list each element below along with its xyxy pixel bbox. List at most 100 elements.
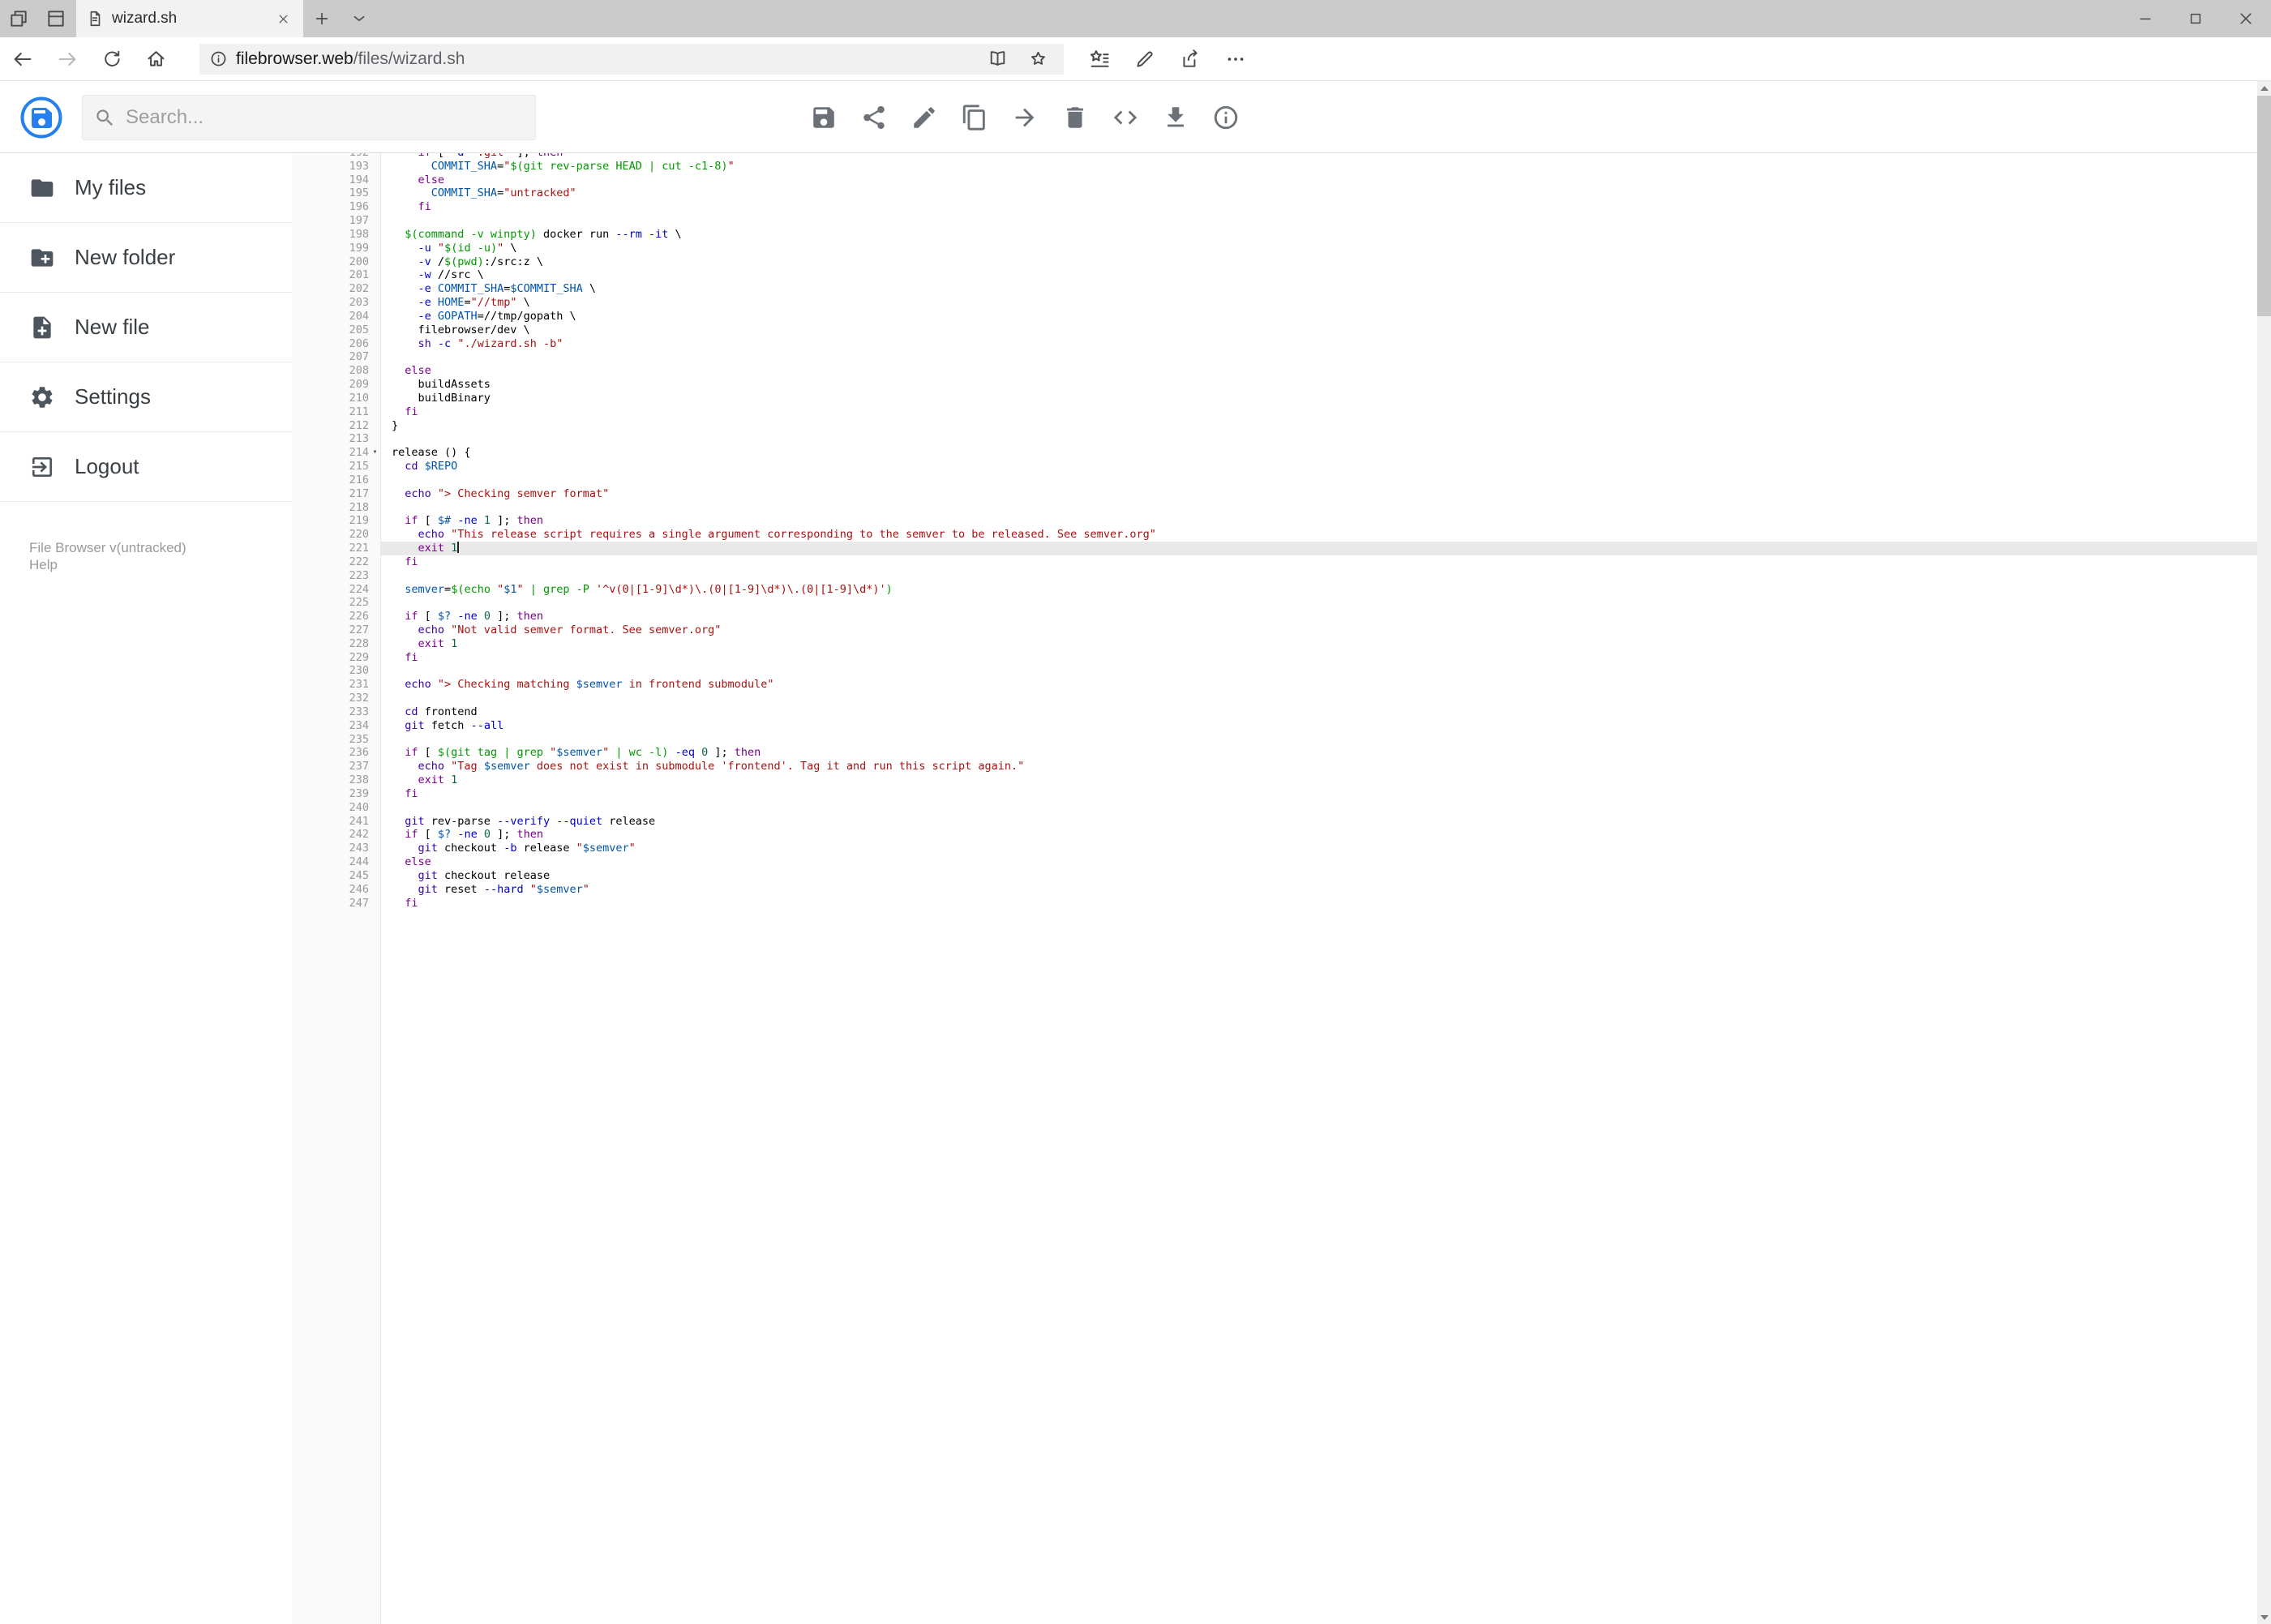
- copy-button[interactable]: [960, 104, 989, 133]
- close-window-button[interactable]: [2221, 0, 2271, 37]
- line-number[interactable]: 199: [292, 242, 369, 255]
- line-number[interactable]: 236: [292, 746, 369, 760]
- help-link[interactable]: Help: [29, 556, 292, 573]
- set-tabs-aside-button[interactable]: [0, 0, 37, 37]
- line-number[interactable]: 234: [292, 719, 369, 733]
- line-number[interactable]: 209: [292, 378, 369, 392]
- code-line-215[interactable]: 215 cd $REPO: [292, 460, 2257, 473]
- raw-code-button[interactable]: [1111, 104, 1140, 133]
- reading-view-button[interactable]: [981, 44, 1013, 75]
- web-note-button[interactable]: [1122, 37, 1168, 81]
- code-line-247[interactable]: 247 fi: [292, 897, 2257, 911]
- line-number[interactable]: 215: [292, 460, 369, 473]
- code-line-211[interactable]: 211 fi: [292, 405, 2257, 419]
- search-input[interactable]: [126, 106, 524, 129]
- line-number[interactable]: 243: [292, 842, 369, 855]
- code-line-213[interactable]: 213: [292, 432, 2257, 446]
- browser-tab-wizard-sh[interactable]: wizard.sh: [76, 0, 303, 37]
- code-line-240[interactable]: 240: [292, 801, 2257, 815]
- line-number[interactable]: 207: [292, 350, 369, 364]
- code-line-235[interactable]: 235: [292, 733, 2257, 747]
- code-line-236[interactable]: 236 if [ $(git tag | grep "$semver" | wc…: [292, 746, 2257, 760]
- scrollbar-thumb[interactable]: [2257, 96, 2271, 316]
- line-number[interactable]: 242: [292, 828, 369, 842]
- line-number[interactable]: 212: [292, 419, 369, 433]
- line-number[interactable]: 202: [292, 282, 369, 296]
- code-line-197[interactable]: 197: [292, 214, 2257, 228]
- page-scrollbar[interactable]: [2257, 81, 2271, 1624]
- download-button[interactable]: [1161, 104, 1190, 133]
- hub-favorites-button[interactable]: [1077, 37, 1122, 81]
- code-line-232[interactable]: 232: [292, 692, 2257, 705]
- line-number[interactable]: 201: [292, 268, 369, 282]
- line-number[interactable]: 220: [292, 528, 369, 542]
- line-number[interactable]: 195: [292, 186, 369, 200]
- code-line-230[interactable]: 230: [292, 664, 2257, 678]
- line-number[interactable]: 247: [292, 897, 369, 911]
- code-line-238[interactable]: 238 exit 1: [292, 773, 2257, 787]
- sidebar-item-my-files[interactable]: My files: [0, 153, 292, 223]
- line-number[interactable]: 211: [292, 405, 369, 419]
- delete-button[interactable]: [1061, 104, 1090, 133]
- code-line-244[interactable]: 244 else: [292, 855, 2257, 869]
- code-line-206[interactable]: 206 sh -c "./wizard.sh -b": [292, 337, 2257, 351]
- line-number[interactable]: 241: [292, 815, 369, 829]
- line-number[interactable]: 193: [292, 160, 369, 174]
- line-number[interactable]: 218: [292, 501, 369, 515]
- url-text[interactable]: filebrowser.web/files/wizard.sh: [236, 49, 973, 69]
- code-line-205[interactable]: 205 filebrowser/dev \: [292, 324, 2257, 337]
- line-number[interactable]: 208: [292, 364, 369, 378]
- line-number[interactable]: 229: [292, 651, 369, 665]
- line-number[interactable]: 223: [292, 569, 369, 583]
- line-number[interactable]: 232: [292, 692, 369, 705]
- line-number[interactable]: 233: [292, 705, 369, 719]
- line-number[interactable]: 203: [292, 296, 369, 310]
- search-bar[interactable]: [82, 95, 536, 140]
- code-line-241[interactable]: 241 git rev-parse --verify --quiet relea…: [292, 815, 2257, 829]
- line-number[interactable]: 198: [292, 228, 369, 242]
- line-number[interactable]: 206: [292, 337, 369, 351]
- line-number[interactable]: 192: [292, 153, 369, 160]
- back-button[interactable]: [0, 37, 45, 81]
- line-number[interactable]: 216: [292, 473, 369, 487]
- code-line-203[interactable]: 203 -e HOME="//tmp" \: [292, 296, 2257, 310]
- line-number[interactable]: 224: [292, 583, 369, 597]
- line-number[interactable]: 219: [292, 514, 369, 528]
- code-line-229[interactable]: 229 fi: [292, 651, 2257, 665]
- line-number[interactable]: 205: [292, 324, 369, 337]
- code-line-195[interactable]: 195 COMMIT_SHA="untracked": [292, 186, 2257, 200]
- line-number[interactable]: 238: [292, 773, 369, 787]
- code-line-201[interactable]: 201 -w //src \: [292, 268, 2257, 282]
- code-line-223[interactable]: 223: [292, 569, 2257, 583]
- line-number[interactable]: 228: [292, 637, 369, 651]
- scroll-down-button[interactable]: [2257, 1610, 2271, 1624]
- share-button[interactable]: [1168, 37, 1213, 81]
- sidebar-item-new-file[interactable]: New file: [0, 293, 292, 362]
- line-number[interactable]: 239: [292, 787, 369, 801]
- line-number[interactable]: 227: [292, 623, 369, 637]
- sidebar-item-new-folder[interactable]: New folder: [0, 223, 292, 293]
- save-button[interactable]: [809, 104, 838, 133]
- refresh-button[interactable]: [89, 37, 134, 81]
- code-line-219[interactable]: 219 if [ $# -ne 1 ]; then: [292, 514, 2257, 528]
- code-line-212[interactable]: 212}: [292, 419, 2257, 433]
- move-button[interactable]: [1010, 104, 1039, 133]
- add-favorite-button[interactable]: [1022, 44, 1054, 75]
- line-number[interactable]: 204: [292, 310, 369, 324]
- code-line-199[interactable]: 199 -u "$(id -u)" \: [292, 242, 2257, 255]
- code-line-225[interactable]: 225: [292, 596, 2257, 610]
- line-number[interactable]: 200: [292, 255, 369, 269]
- code-line-210[interactable]: 210 buildBinary: [292, 392, 2257, 405]
- code-line-200[interactable]: 200 -v /$(pwd):/src:z \: [292, 255, 2257, 269]
- code-line-216[interactable]: 216: [292, 473, 2257, 487]
- minimize-button[interactable]: [2120, 0, 2170, 37]
- code-line-224[interactable]: 224 semver=$(echo "$1" | grep -P '^v(0|[…: [292, 583, 2257, 597]
- code-line-222[interactable]: 222 fi: [292, 555, 2257, 569]
- code-line-221[interactable]: 221 exit 1: [292, 542, 2257, 555]
- code-line-233[interactable]: 233 cd frontend: [292, 705, 2257, 719]
- info-button[interactable]: [1211, 104, 1240, 133]
- line-number[interactable]: 244: [292, 855, 369, 869]
- line-number[interactable]: 197: [292, 214, 369, 228]
- line-number[interactable]: 213: [292, 432, 369, 446]
- code-line-220[interactable]: 220 echo "This release script requires a…: [292, 528, 2257, 542]
